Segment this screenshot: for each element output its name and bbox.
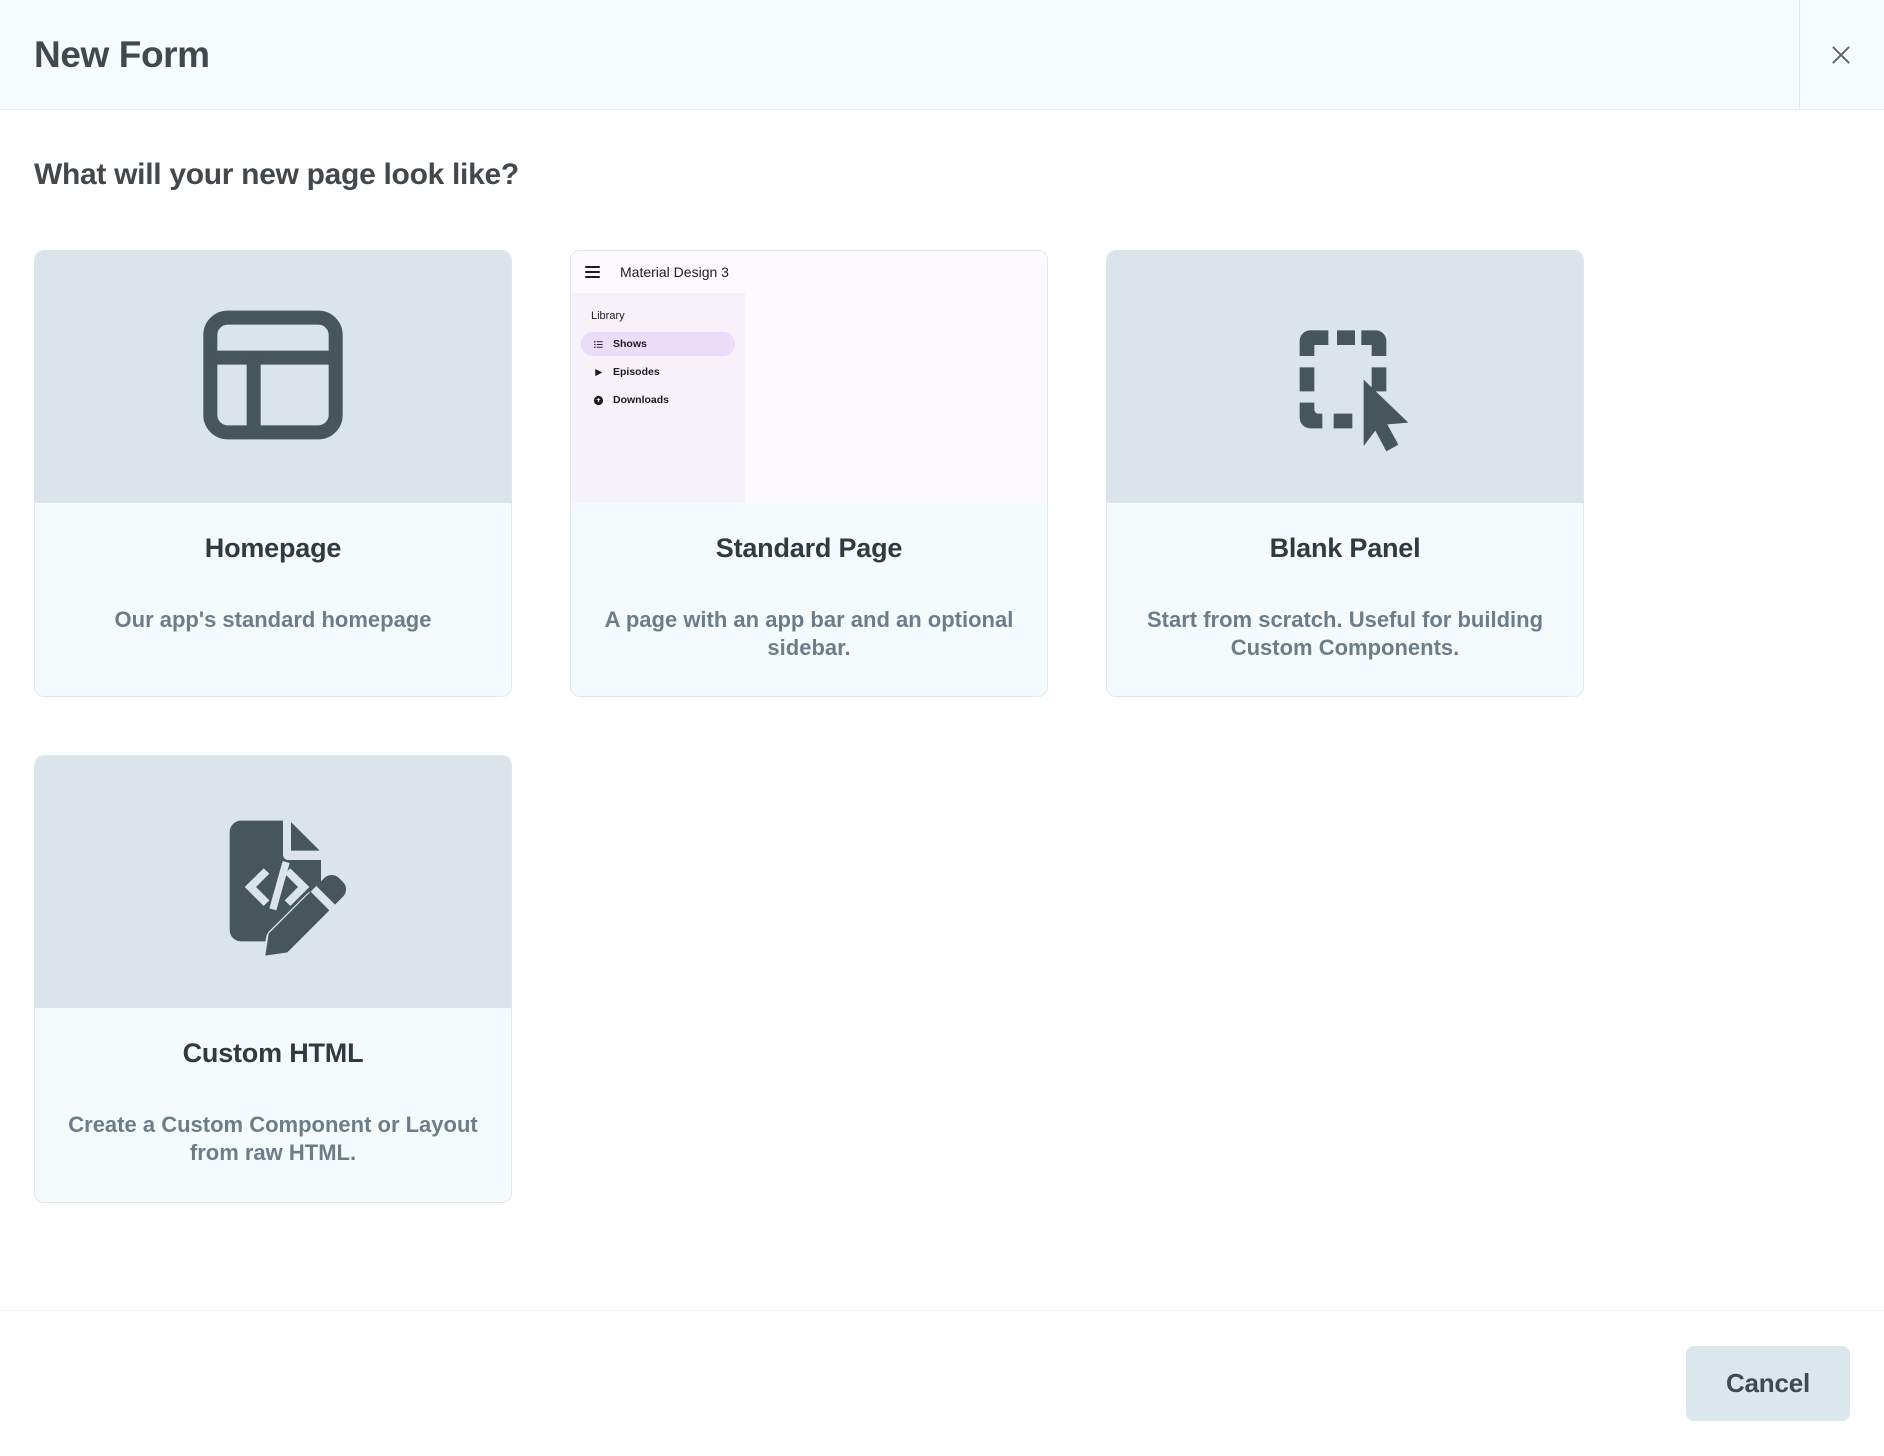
card-title: Standard Page [715,533,903,563]
card-body: Custom HTML Create a Custom Component or… [35,1008,511,1201]
preview-nav-item-episodes: Episodes [581,360,735,384]
preview-nav-label: Downloads [613,394,670,406]
code-document-pencil-icon [193,800,353,965]
card-title: Blank Panel [1269,533,1421,563]
card-media [1107,251,1583,503]
section-heading: What will your new page look like? [34,158,519,191]
play-icon [593,367,604,378]
preview-nav-item-shows: Shows [581,332,735,356]
download-circle-icon [593,395,604,406]
dashboard-layout-icon [193,295,353,460]
card-body: Blank Panel Start from scratch. Useful f… [1107,503,1583,696]
card-body: Standard Page A page with an app bar and… [571,503,1047,696]
list-icon [593,339,604,350]
template-card-grid: Homepage Our app's standard homepage Mat… [34,250,1850,1203]
template-card-standard-page[interactable]: Material Design 3 Library Shows Episodes… [570,250,1048,698]
close-button[interactable] [1818,32,1864,78]
preview-appbar-title: Material Design 3 [620,264,729,280]
template-card-blank-panel[interactable]: Blank Panel Start from scratch. Useful f… [1106,250,1584,698]
preview-content: Library Shows Episodes Downloads [571,293,1047,503]
preview-section-label: Library [591,310,625,322]
card-title: Homepage [204,533,342,563]
card-description: A page with an app bar and an optional s… [604,607,1014,661]
card-title: Custom HTML [182,1038,364,1069]
new-form-dialog: New Form What will your new page look li… [0,0,1884,1456]
hamburger-menu-icon [585,266,600,278]
card-media [35,251,511,503]
template-card-custom-html[interactable]: Custom HTML Create a Custom Component or… [34,755,512,1203]
preview-nav-item-downloads: Downloads [581,388,735,412]
header-divider [1799,0,1800,109]
dialog-footer: Cancel [0,1310,1884,1456]
selection-cursor-icon [1265,295,1425,460]
card-description: Our app's standard homepage [114,607,432,632]
preview-nav-label: Episodes [613,366,660,378]
material-design-preview: Material Design 3 Library Shows Episodes… [571,251,1047,503]
cancel-button[interactable]: Cancel [1685,1346,1850,1421]
preview-sidebar: Library Shows Episodes Downloads [571,293,745,503]
card-description: Create a Custom Component or Layout from… [68,1112,478,1166]
page-title: New Form [34,33,210,75]
template-card-homepage[interactable]: Homepage Our app's standard homepage [34,250,512,698]
card-body: Homepage Our app's standard homepage [35,503,511,696]
preview-nav-label: Shows [613,338,647,350]
card-media [35,756,511,1009]
close-icon [1828,42,1854,68]
preview-appbar: Material Design 3 [571,251,1047,293]
card-description: Start from scratch. Useful for building … [1146,607,1544,661]
dialog-header: New Form [0,0,1884,110]
card-media-preview: Material Design 3 Library Shows Episodes… [571,251,1047,503]
preview-main-area [745,293,1047,503]
dialog-body: What will your new page look like? Homep… [0,110,1884,1310]
